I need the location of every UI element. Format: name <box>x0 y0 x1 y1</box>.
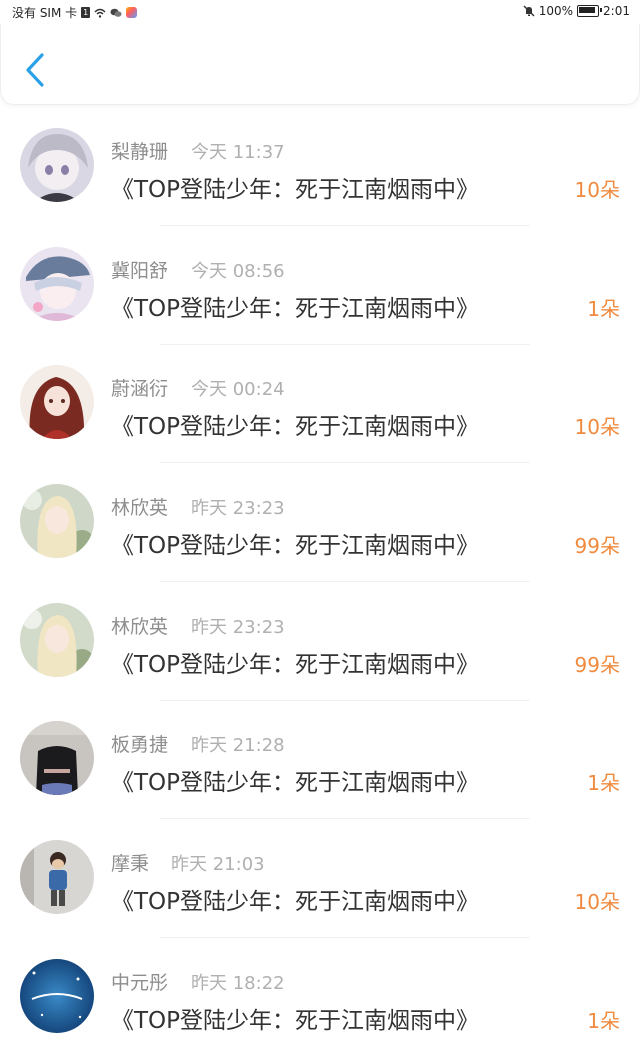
list-item[interactable]: 林欣英 昨天 23:23 《TOP登陆少年：死于江南烟雨中》 99朵 <box>0 583 640 702</box>
send-time: 今天 08:56 <box>191 260 285 282</box>
sender-name: 蔚涵衍 <box>111 378 169 401</box>
avatar[interactable] <box>20 484 94 559</box>
clock: 2:01 <box>603 4 630 18</box>
sender-name: 板勇捷 <box>111 734 169 757</box>
sender-name: 中元彤 <box>111 971 169 994</box>
send-time: 今天 00:24 <box>191 379 285 401</box>
status-right: 100% 2:01 <box>523 4 630 18</box>
sender-name: 林欣英 <box>111 615 169 638</box>
list-item[interactable]: 林欣英 昨天 23:23 《TOP登陆少年：死于江南烟雨中》 99朵 <box>0 464 640 583</box>
sender-name: 梨静珊 <box>111 141 169 163</box>
app-icon <box>126 7 138 18</box>
chevron-left-icon <box>26 53 44 87</box>
battery-percent: 100% <box>538 4 574 18</box>
send-time: 昨天 23:23 <box>191 616 285 638</box>
wechat-icon <box>110 8 122 17</box>
send-time: 昨天 18:22 <box>191 972 285 994</box>
wifi-icon <box>94 8 106 18</box>
flower-count: 1朵 <box>587 1008 620 1033</box>
gift-record-list: 梨静珊 今天 11:37 《TOP登陆少年：死于江南烟雨中》 10朵 冀阳舒 今… <box>0 108 640 1058</box>
bell-muted-icon <box>523 5 535 17</box>
battery-icon <box>577 5 603 17</box>
status-bar: 没有 SIM 卡 1 100% 2:01 <box>0 0 640 24</box>
send-time: 昨天 23:23 <box>191 498 285 520</box>
list-item[interactable]: 冀阳舒 今天 08:56 《TOP登陆少年：死于江南烟雨中》 1朵 <box>0 227 640 346</box>
send-time: 昨天 21:28 <box>191 735 285 757</box>
list-item[interactable]: 梨静珊 今天 11:37 《TOP登陆少年：死于江南烟雨中》 10朵 <box>0 108 640 227</box>
status-left: 没有 SIM 卡 1 <box>12 4 138 21</box>
sender-name: 林欣英 <box>111 497 169 520</box>
send-time: 今天 11:37 <box>191 142 285 163</box>
avatar[interactable] <box>20 958 94 1033</box>
list-item[interactable]: 蔚涵衍 今天 00:24 《TOP登陆少年：死于江南烟雨中》 10朵 <box>0 345 640 464</box>
book-title: 《TOP登陆少年：死于江南烟雨中》 <box>111 651 480 678</box>
book-title: 《TOP登陆少年：死于江南烟雨中》 <box>111 889 480 916</box>
avatar[interactable] <box>20 246 94 321</box>
list-item[interactable]: 摩秉 昨天 21:03 《TOP登陆少年：死于江南烟雨中》 10朵 <box>0 820 640 939</box>
send-time: 昨天 21:03 <box>171 854 265 876</box>
book-title: 《TOP登陆少年：死于江南烟雨中》 <box>111 533 480 560</box>
avatar[interactable] <box>20 128 94 202</box>
book-title: 《TOP登陆少年：死于江南烟雨中》 <box>111 1007 480 1034</box>
avatar[interactable] <box>20 840 94 915</box>
sender-name: 摩秉 <box>111 853 150 876</box>
avatar[interactable] <box>20 602 94 677</box>
flower-count: 1朵 <box>587 771 620 796</box>
sender-name: 冀阳舒 <box>111 259 169 282</box>
back-button[interactable] <box>15 48 55 92</box>
book-title: 《TOP登陆少年：死于江南烟雨中》 <box>111 414 480 441</box>
avatar[interactable] <box>20 721 94 796</box>
list-item[interactable]: 板勇捷 昨天 21:28 《TOP登陆少年：死于江南烟雨中》 1朵 <box>0 701 640 820</box>
flower-count: 99朵 <box>574 534 620 559</box>
flower-count: 10朵 <box>574 415 620 440</box>
list-item[interactable]: 中元彤 昨天 18:22 《TOP登陆少年：死于江南烟雨中》 1朵 <box>0 939 640 1058</box>
flower-count: 1朵 <box>587 296 620 321</box>
avatar[interactable] <box>20 365 94 440</box>
book-title: 《TOP登陆少年：死于江南烟雨中》 <box>111 770 480 797</box>
flower-count: 10朵 <box>574 178 620 202</box>
book-title: 《TOP登陆少年：死于江南烟雨中》 <box>111 295 480 322</box>
carrier-text: 没有 SIM 卡 <box>12 6 78 20</box>
sim-badge: 1 <box>81 7 91 18</box>
book-title: 《TOP登陆少年：死于江南烟雨中》 <box>111 177 480 203</box>
flower-count: 10朵 <box>574 890 620 915</box>
flower-count: 99朵 <box>574 652 620 677</box>
top-header <box>0 24 640 105</box>
